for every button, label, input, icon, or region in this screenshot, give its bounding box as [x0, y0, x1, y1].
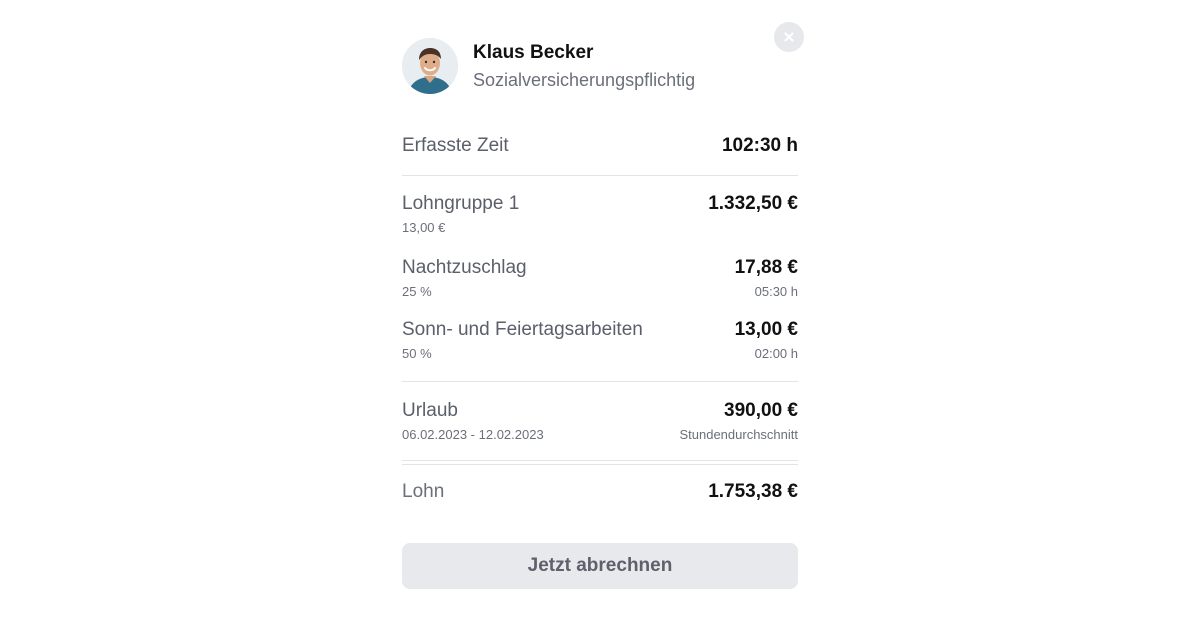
employee-header: Klaus Becker Sozialversicherungspflichti…	[402, 22, 804, 96]
wage-item-rate: 25 %	[402, 284, 432, 299]
divider	[402, 175, 798, 176]
total-value: 1.753,38 €	[708, 481, 798, 502]
wage-item-hours: 02:00 h	[754, 346, 798, 361]
divider	[402, 464, 798, 465]
close-button[interactable]	[774, 22, 804, 52]
total-label: Lohn	[402, 481, 445, 502]
submit-payroll-button[interactable]: Jetzt abrechnen	[402, 543, 798, 589]
wage-item-label: Lohngruppe 1	[402, 193, 520, 214]
wage-item-amount: 17,88 €	[734, 257, 798, 278]
wage-item-row: Sonn- und Feiertagsarbeiten 50 % 13,00 €…	[402, 319, 798, 365]
wage-item-rate: 50 %	[402, 346, 432, 361]
avatar-photo	[402, 38, 458, 94]
vacation-row: Urlaub 06.02.2023 - 12.02.2023 390,00 € …	[402, 400, 798, 446]
vacation-amount: 390,00 €	[724, 400, 798, 421]
vacation-label: Urlaub	[402, 400, 458, 421]
wage-item-label: Sonn- und Feiertagsarbeiten	[402, 319, 643, 340]
recorded-time-label: Erfasste Zeit	[402, 135, 509, 156]
divider	[402, 460, 798, 461]
avatar	[402, 38, 458, 94]
wage-item-row: Nachtzuschlag 25 % 17,88 € 05:30 h	[402, 257, 798, 303]
vacation-basis: Stundendurchschnitt	[679, 427, 798, 442]
recorded-time-value: 102:30 h	[721, 135, 798, 156]
recorded-time-row: Erfasste Zeit 102:30 h	[402, 135, 798, 159]
employee-name: Klaus Becker	[473, 42, 594, 63]
wage-item-amount: 13,00 €	[734, 319, 798, 340]
wage-item-hours: 05:30 h	[754, 284, 798, 299]
payroll-panel: Klaus Becker Sozialversicherungspflichti…	[402, 22, 804, 589]
vacation-period: 06.02.2023 - 12.02.2023	[402, 427, 544, 442]
wage-item-label: Nachtzuschlag	[402, 257, 527, 278]
wage-item-rate: 13,00 €	[402, 220, 446, 235]
close-icon	[784, 32, 794, 42]
wage-item-row: Lohngruppe 1 13,00 € 1.332,50 €	[402, 193, 798, 239]
divider	[402, 381, 798, 382]
wage-item-amount: 1.332,50 €	[708, 193, 798, 214]
employee-status: Sozialversicherungspflichtig	[473, 70, 696, 90]
